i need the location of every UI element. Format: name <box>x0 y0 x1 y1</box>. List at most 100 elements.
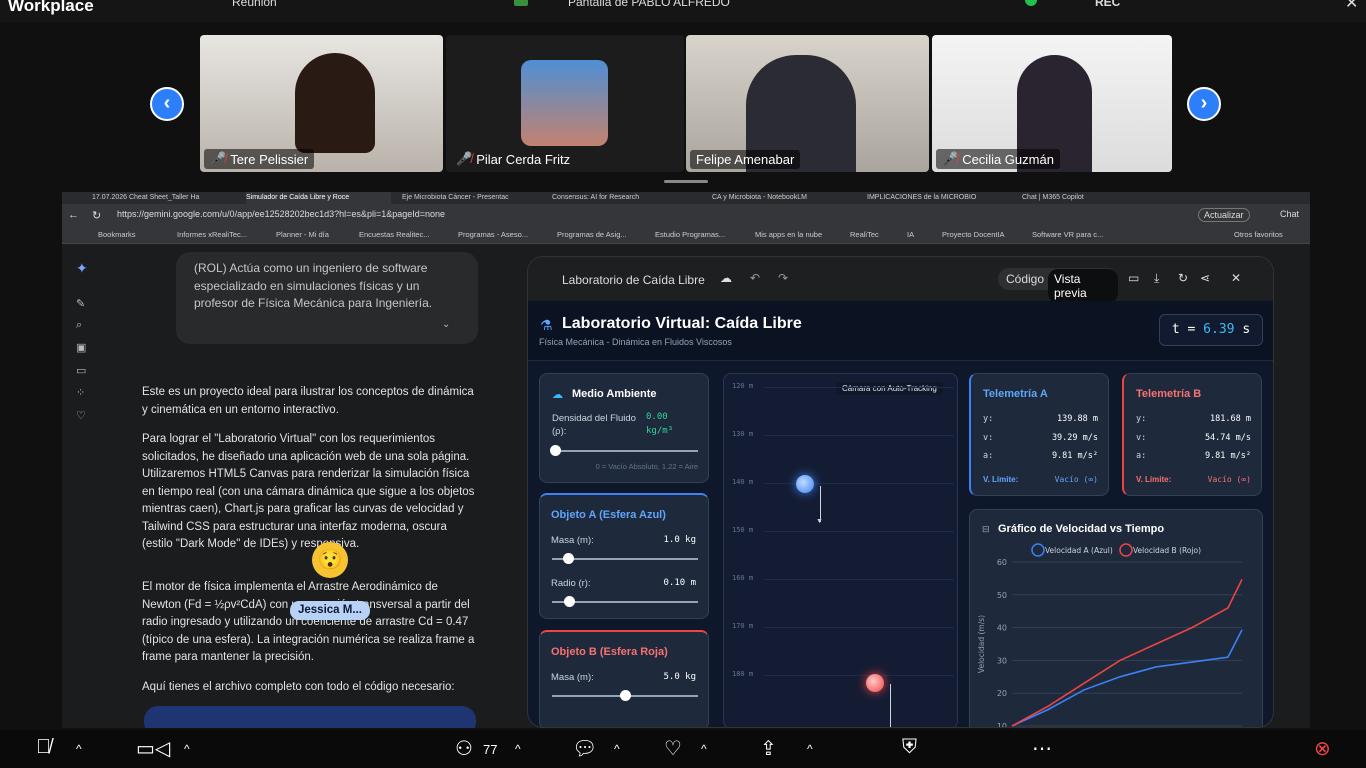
density-slider[interactable] <box>550 445 698 456</box>
browser-tabs: 17.07.2026 Cheat Sheet_Taller Ha Simulad… <box>62 192 1310 204</box>
chevron-up-icon[interactable]: ^ <box>614 742 620 756</box>
legend-swatch <box>1031 543 1045 557</box>
app-title: Workplace <box>8 0 94 15</box>
avatar <box>521 60 608 146</box>
medium-card: ☁ Medio Ambiente Densidad del Fluido (ρ)… <box>539 373 709 483</box>
share-icon[interactable]: ⋖ <box>1200 271 1210 285</box>
participants-count: 77 <box>483 742 498 757</box>
bookmark[interactable]: Bookmarks <box>98 230 136 239</box>
code-block[interactable] <box>144 706 476 728</box>
preview-tab[interactable]: Vista previa <box>1048 269 1118 303</box>
url-input[interactable]: https://gemini.google.com/u/0/app/ee1252… <box>117 209 445 219</box>
close-panel-icon[interactable]: ✕ <box>1231 271 1241 285</box>
canvas-panel: Laboratorio de Caída Libre ☁ ↶ ↷ Código … <box>527 256 1274 728</box>
browser-tab[interactable]: Chat | M365 Copilot <box>1022 192 1162 204</box>
bookmark[interactable]: Programas de Asig... <box>557 230 627 239</box>
bookmark[interactable]: Estudio Programas... <box>655 230 725 239</box>
reactions-icon[interactable]: ♡ <box>664 736 682 761</box>
velocity-chart: 10 20 30 40 50 60 Velocidad (m/s) Velocidad A (… <box>977 543 1243 728</box>
v-label: v: <box>1136 433 1147 443</box>
new-chat-icon[interactable]: ✎ <box>76 297 85 310</box>
participants-icon[interactable]: ⚇ <box>455 736 473 761</box>
browser-tab[interactable]: Simulador de Caída Libre y Roce <box>246 192 391 204</box>
bookmark[interactable]: Mis apps en la nube <box>755 230 822 239</box>
browser-tab[interactable]: Consensus: AI for Research <box>552 192 692 204</box>
shield-icon[interactable]: ⛨ <box>902 736 917 759</box>
mic-muted-icon[interactable]: 🎙̸ <box>36 736 51 759</box>
vlim-label: V. Límite: <box>983 475 1019 484</box>
chat-button[interactable]: Chat <box>1280 209 1299 219</box>
telemetry-a-title: Telemetría A <box>983 388 1048 400</box>
density-hint: 0 = Vacío Absoluto, 1.22 = Aire <box>595 462 698 471</box>
reload-icon[interactable]: ↻ <box>92 209 101 222</box>
browser-tab[interactable]: 17.07.2026 Cheat Sheet_Taller Ha <box>92 192 242 204</box>
next-page-button[interactable]: › <box>1187 87 1221 121</box>
flask-icon: ⚗ <box>540 317 553 333</box>
mass-slider[interactable] <box>552 690 698 701</box>
mass-slider[interactable] <box>552 553 698 564</box>
ruler-label: 130 m <box>732 430 754 438</box>
folder-icon[interactable]: ▭ <box>76 364 86 377</box>
code-tab[interactable]: Código <box>1006 272 1044 286</box>
ruler-label: 120 m <box>732 382 754 390</box>
bookmark[interactable]: Programas - Aseso... <box>458 230 528 239</box>
prev-page-button[interactable]: ‹ <box>150 87 184 121</box>
share-screen-icon[interactable]: ▭ <box>1128 271 1139 285</box>
download-icon[interactable]: ⤓ <box>1154 271 1159 286</box>
undo-icon[interactable]: ↶ <box>750 271 760 285</box>
gems-icon[interactable]: ♡ <box>76 409 86 422</box>
mass-value: 1.0 kg <box>663 535 696 545</box>
bookmark[interactable]: IA <box>907 230 914 239</box>
radius-slider[interactable] <box>552 596 698 607</box>
cloud-icon: ☁ <box>552 389 563 401</box>
bookmark[interactable]: Planner - Mi día <box>276 230 329 239</box>
time-display: t = 6.39 s <box>1159 314 1263 346</box>
radius-label: Radio (r): <box>551 578 591 589</box>
chevron-up-icon[interactable]: ^ <box>807 742 813 756</box>
participant-tile[interactable]: 🎤̸ Pilar Cerda Fritz <box>446 35 684 172</box>
screen-share-label[interactable]: Pantalla de PABLO ALFREDO <box>568 0 730 9</box>
refresh-icon[interactable]: ↻ <box>1178 271 1188 285</box>
y-tick-label: 60 <box>997 558 1007 567</box>
reaction-emoji-icon: 😯 <box>312 542 348 578</box>
other-bookmarks[interactable]: Otros favoritos <box>1234 230 1283 239</box>
share-screen-icon[interactable]: ⇪ <box>760 736 777 761</box>
search-icon[interactable]: ⌕ <box>76 319 82 332</box>
bookmark[interactable]: Informes xRealiTec... <box>177 230 247 239</box>
bookmark[interactable]: Encuestas Realitec... <box>359 230 429 239</box>
telemetry-a-card: Telemetría A y: 139.88 m v: 39.29 m/s a:… <box>969 373 1109 496</box>
y-tick-label: 10 <box>997 722 1007 728</box>
apps-icon[interactable]: ⁘ <box>76 386 85 399</box>
chevron-up-icon[interactable]: ^ <box>701 742 707 756</box>
back-icon[interactable]: ← <box>68 209 79 221</box>
strip-handle[interactable] <box>664 180 708 183</box>
participant-tile[interactable]: 🎤̸ Cecilia Guzmán <box>932 35 1172 172</box>
update-button[interactable]: Actualizar <box>1198 208 1250 222</box>
chevron-up-icon[interactable]: ^ <box>184 742 190 756</box>
chevron-up-icon[interactable]: ^ <box>515 742 521 756</box>
bookmark[interactable]: Proyecto DocentIA <box>942 230 1005 239</box>
redo-icon[interactable]: ↷ <box>778 271 788 285</box>
bookmark[interactable]: Software VR para c... <box>1032 230 1103 239</box>
lab-title: Laboratorio Virtual: Caída Libre <box>562 315 802 332</box>
camera-label: Cámara con Auto-Tracking <box>836 382 943 395</box>
browser-tab[interactable]: CA y Microbiota - NotebookLM <box>712 192 852 204</box>
chevron-up-icon[interactable]: ^ <box>76 742 82 756</box>
participant-tile[interactable]: 🎤̸ Tere Pelissier <box>200 35 443 172</box>
browser-tab[interactable]: IMPLICACIONES de la MICROBIO <box>867 192 1007 204</box>
close-icon[interactable]: ✕ <box>1345 0 1358 13</box>
meeting-label[interactable]: Reunión <box>232 0 277 9</box>
browser-tab[interactable]: Eje Microbiota Cáncer - Presentac <box>402 192 537 204</box>
expand-icon[interactable]: ⌄ <box>442 316 450 334</box>
simulation-canvas[interactable]: Cámara con Auto-Tracking 120 m 130 m 140 m… <box>723 373 958 727</box>
more-icon[interactable]: ⋯ <box>1032 736 1052 761</box>
ruler-line <box>764 531 954 532</box>
participant-video <box>295 53 375 153</box>
leave-call-icon[interactable]: ⊗ <box>1314 736 1331 761</box>
camera-icon[interactable]: ▭◁ <box>136 736 170 761</box>
participant-tile[interactable]: Felipe Amenabar <box>686 35 929 172</box>
chat-icon[interactable]: 💬︎ <box>572 736 597 761</box>
address-bar: ← ↻ https://gemini.google.com/u/0/app/ee… <box>62 204 1310 226</box>
bookmark[interactable]: RealiTec <box>850 230 879 239</box>
gallery-icon[interactable]: ▣ <box>76 341 86 354</box>
